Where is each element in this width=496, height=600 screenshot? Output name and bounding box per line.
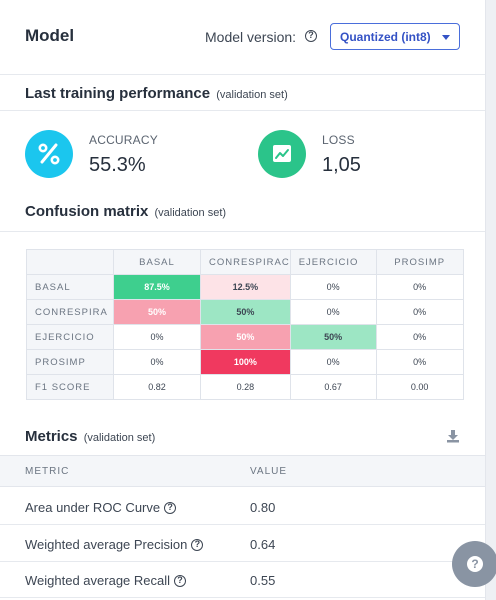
accuracy-value: 55.3%	[89, 154, 146, 176]
matrix-cell: 0%	[375, 324, 464, 350]
caret-down-icon	[442, 35, 450, 40]
confusion-row: BASAL 87.5% 12.5% 0% 0%	[26, 274, 464, 300]
metric-name-text: Weighted average Precision	[25, 537, 188, 552]
confusion-row: EJERCICIO 0% 50% 50% 0%	[26, 324, 464, 350]
matrix-cell: 0%	[289, 299, 377, 325]
metric-name: Weighted average Recall?	[25, 573, 187, 588]
row-header: PROSIMP	[26, 349, 114, 375]
metrics-section-header: Metrics (validation set)	[0, 415, 485, 455]
confusion-section-header: Confusion matrix (validation set)	[0, 197, 485, 232]
matrix-cell: 100%	[200, 349, 291, 375]
panel-title: Model	[25, 26, 75, 45]
download-icon[interactable]	[446, 429, 460, 443]
confusion-title: Confusion matrix (validation set)	[25, 203, 226, 220]
metrics-row: Area under ROC Curve? 0.80	[0, 488, 485, 525]
performance-title: Last training performance (validation se…	[25, 85, 288, 102]
confusion-header-row: BASAL CONRESPIRAC EJERCICIO PROSIMP	[26, 249, 464, 275]
loss-value: 1,05	[322, 154, 361, 176]
f1-cell: 0.67	[289, 374, 377, 400]
confusion-title-text: Confusion matrix	[25, 203, 149, 220]
metrics-row: Weighted average Precision? 0.64	[0, 525, 485, 562]
f1-score-row: F1 SCORE 0.82 0.28 0.67 0.00	[26, 374, 464, 400]
matrix-cell: 12.5%	[200, 274, 291, 300]
help-icon[interactable]: ?	[164, 501, 177, 514]
column-header: CONRESPIRAC	[200, 249, 291, 275]
matrix-cell: 0%	[375, 349, 464, 375]
help-button[interactable]: ?	[452, 541, 496, 587]
row-header: F1 SCORE	[26, 374, 114, 400]
metric-value: 0.80	[250, 500, 276, 515]
loss-label: LOSS	[322, 133, 355, 147]
help-icon[interactable]: ?	[305, 30, 317, 42]
metrics-subtitle: (validation set)	[83, 432, 156, 444]
column-header: BASAL	[113, 249, 201, 275]
matrix-cell: 0%	[375, 274, 464, 300]
model-panel: Model Model version: ? Quantized (int8) …	[0, 0, 486, 600]
matrix-corner	[26, 249, 114, 275]
performance-title-text: Last training performance	[25, 85, 211, 102]
metric-name-text: Area under ROC Curve	[25, 500, 161, 515]
confusion-row: PROSIMP 0% 100% 0% 0%	[26, 349, 464, 375]
column-header: EJERCICIO	[289, 249, 377, 275]
matrix-cell: 50%	[113, 299, 201, 325]
row-header: EJERCICIO	[26, 324, 114, 350]
metric-value: 0.55	[250, 573, 276, 588]
model-version-label: Model version:	[205, 29, 297, 45]
f1-cell: 0.00	[375, 374, 464, 400]
matrix-cell: 50%	[289, 324, 377, 350]
matrix-cell: 50%	[200, 324, 291, 350]
performance-subtitle: (validation set)	[216, 89, 288, 101]
metric-column-header: METRIC	[25, 466, 70, 477]
metrics-table-header: METRIC VALUE	[0, 455, 485, 487]
row-header: BASAL	[26, 274, 114, 300]
matrix-cell: 50%	[200, 299, 291, 325]
matrix-cell: 0%	[289, 349, 377, 375]
model-version-dropdown[interactable]: Quantized (int8)	[330, 23, 460, 50]
row-header: CONRESPIRA	[26, 299, 114, 325]
help-icon[interactable]: ?	[174, 574, 187, 587]
confusion-subtitle: (validation set)	[154, 207, 227, 219]
f1-cell: 0.28	[200, 374, 291, 400]
performance-section-header: Last training performance (validation se…	[0, 75, 485, 111]
performance-stats: ACCURACY 55.3% LOSS 1,05	[0, 111, 485, 197]
help-icon[interactable]: ?	[191, 538, 204, 551]
matrix-cell: 87.5%	[113, 274, 201, 300]
matrix-cell: 0%	[113, 324, 201, 350]
confusion-matrix: BASAL CONRESPIRAC EJERCICIO PROSIMP BASA…	[26, 249, 464, 400]
matrix-cell: 0%	[289, 274, 377, 300]
question-mark-icon: ?	[467, 556, 483, 572]
metrics-title: Metrics (validation set)	[25, 428, 155, 445]
metric-name: Area under ROC Curve?	[25, 500, 177, 515]
matrix-cell: 0%	[375, 299, 464, 325]
model-version-value: Quantized (int8)	[340, 30, 431, 44]
f1-cell: 0.82	[113, 374, 201, 400]
metric-name-text: Weighted average Recall	[25, 573, 171, 588]
trend-chart-icon	[258, 130, 306, 178]
value-column-header: VALUE	[250, 466, 288, 477]
confusion-row: CONRESPIRA 50% 50% 0% 0%	[26, 299, 464, 325]
column-header: PROSIMP	[375, 249, 464, 275]
accuracy-label: ACCURACY	[89, 133, 158, 147]
matrix-cell: 0%	[113, 349, 201, 375]
metrics-row: Weighted average Recall? 0.55	[0, 561, 485, 598]
panel-header: Model Model version: ? Quantized (int8)	[0, 0, 485, 75]
metric-name: Weighted average Precision?	[25, 537, 204, 552]
metric-value: 0.64	[250, 537, 276, 552]
percent-icon	[25, 130, 73, 178]
metrics-title-text: Metrics	[25, 428, 78, 445]
